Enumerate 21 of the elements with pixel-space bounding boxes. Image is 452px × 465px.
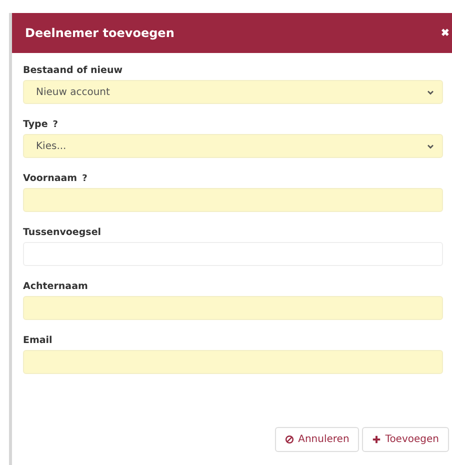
chevron-down-icon: [427, 90, 434, 94]
field-label: Achternaam: [23, 281, 88, 292]
field-label: Tussenvoegsel: [23, 227, 102, 238]
field-label: Bestaand of nieuw: [23, 65, 123, 76]
close-button[interactable]: ✖: [441, 27, 449, 39]
chevron-down-icon: [427, 144, 434, 148]
plus-icon: [372, 435, 382, 444]
cancel-button[interactable]: Annuleren: [275, 427, 360, 452]
input-field[interactable]: [23, 350, 443, 374]
dialog-title: Deelnemer toevoegen: [25, 26, 174, 40]
select-field[interactable]: Kies...: [23, 134, 443, 158]
help-mark[interactable]: ?: [82, 174, 88, 184]
input-field[interactable]: [23, 296, 443, 320]
input-field[interactable]: [23, 188, 443, 212]
add-button[interactable]: Toevoegen: [362, 427, 449, 452]
help-mark[interactable]: ?: [52, 120, 58, 130]
ban-icon: [285, 435, 294, 444]
select-field[interactable]: Nieuw account: [23, 80, 443, 104]
field-label: Voornaam: [23, 173, 78, 184]
field-label: Email: [23, 335, 52, 346]
field-label: Type: [23, 119, 48, 130]
